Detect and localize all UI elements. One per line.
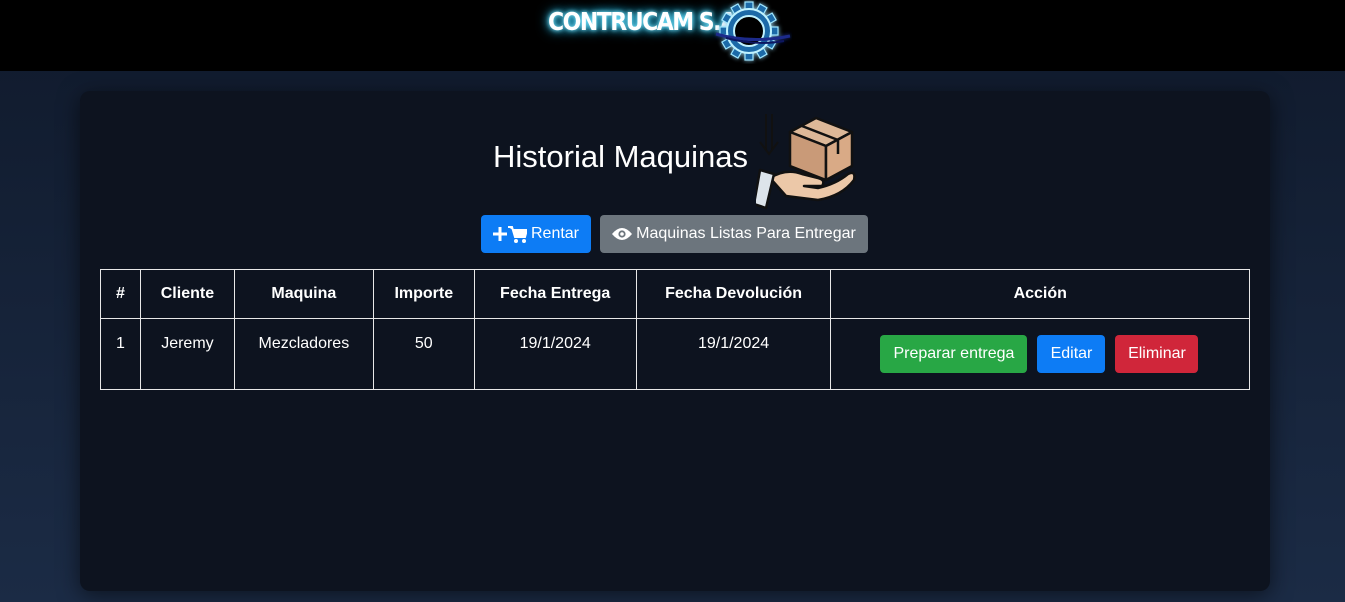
table-row: 1 Jeremy Mezcladores 50 19/1/2024 19/1/2… [100,318,1250,390]
cell-cliente: Jeremy [139,318,235,390]
row-actions: Preparar entrega Editar Eliminar [831,319,1249,389]
column-header: Maquina [233,269,374,319]
eye-icon [612,228,633,240]
column-header: Importe [372,269,475,319]
page-title: Historial Maquinas [493,139,748,174]
ready-machines-label: Maquinas Listas Para Entregar [636,225,856,242]
plus-cart-icon [492,226,527,243]
table-header-row: # Cliente Maquina Importe Fecha Entrega … [100,269,1250,319]
history-table: # Cliente Maquina Importe Fecha Entrega … [100,269,1250,390]
cell-number: 1 [100,318,141,390]
delete-button[interactable]: Eliminar [1115,335,1199,373]
top-navbar: CONTRUCAM S.A [0,0,1345,71]
prepare-delivery-button[interactable]: Preparar entrega [880,335,1028,373]
column-header: Fecha Devolución [635,269,832,319]
cell-fecha-entrega: 19/1/2024 [473,318,637,390]
cell-importe: 50 [372,318,475,390]
column-header: Cliente [139,269,235,319]
cell-actions: Preparar entrega Editar Eliminar [830,318,1250,390]
ready-machines-button[interactable]: Maquinas Listas Para Entregar [600,215,868,253]
cell-fecha-devolucion: 19/1/2024 [635,318,832,390]
brand-name[interactable]: CONTRUCAM S.A [548,8,737,37]
column-header: Acción [830,269,1250,319]
hand-holding-box-icon [756,114,856,210]
edit-button[interactable]: Editar [1037,335,1106,373]
gear-icon [715,1,791,61]
rent-button-label: Rentar [530,225,580,242]
column-header: # [100,269,141,319]
cell-maquina: Mezcladores [233,318,374,390]
column-header: Fecha Entrega [473,269,637,319]
rent-button[interactable]: Rentar [481,215,591,253]
